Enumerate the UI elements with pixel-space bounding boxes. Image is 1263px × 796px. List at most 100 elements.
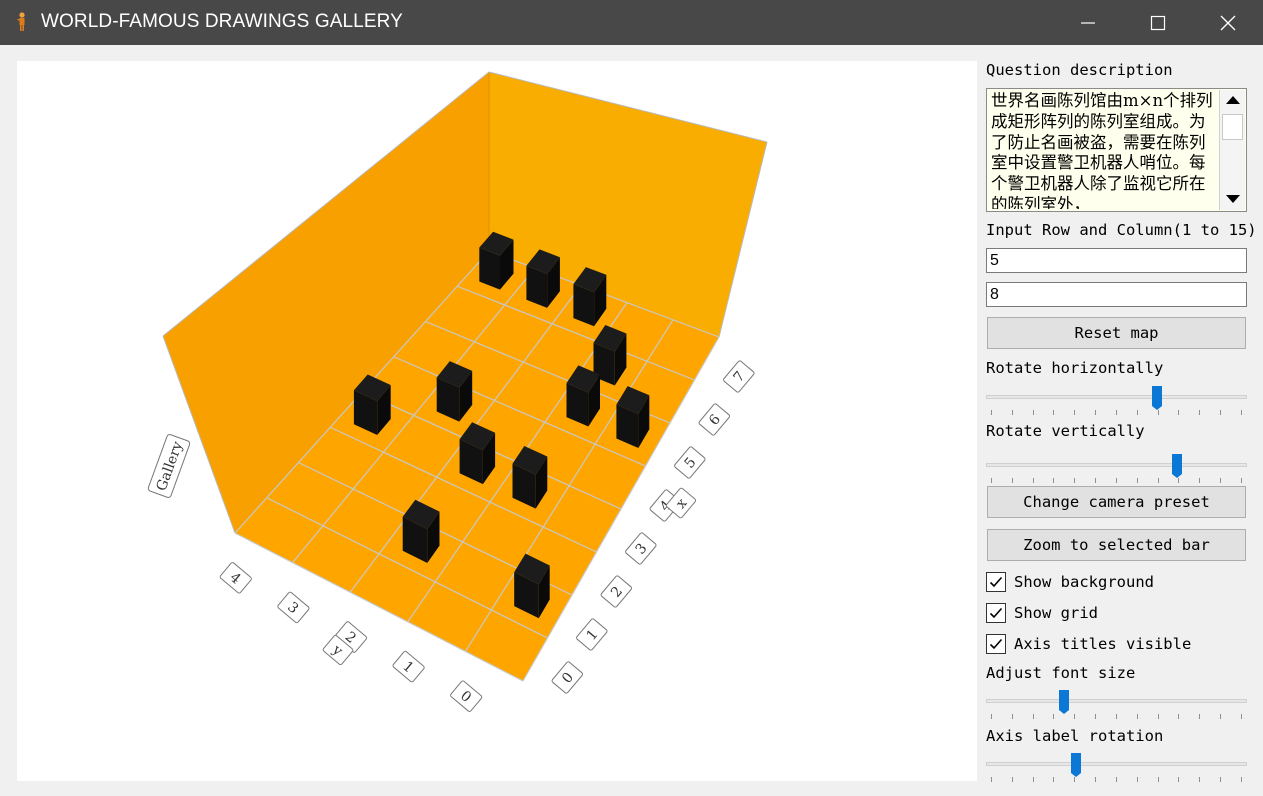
slider-tick (1074, 478, 1076, 483)
font-size-slider[interactable] (986, 690, 1247, 719)
scroll-down-icon[interactable] (1226, 195, 1240, 203)
x-tick-label: 7 (723, 360, 755, 393)
slider-tick (1115, 478, 1117, 483)
slider-tick (991, 714, 992, 719)
slider-tick (1011, 478, 1013, 483)
change-camera-preset-button[interactable]: Change camera preset (987, 486, 1246, 518)
slider-tick (1136, 478, 1138, 483)
row-column-label: Input Row and Column(1 to 15) (986, 221, 1257, 239)
slider-handle[interactable] (1151, 386, 1162, 410)
checkbox-box[interactable] (986, 603, 1006, 623)
columns-input[interactable]: 8 (986, 282, 1247, 307)
slider-tick (1240, 714, 1242, 719)
bar3d-chart[interactable]: 01234567 01234 x y Gallery (17, 61, 977, 781)
slider-tick (1157, 410, 1159, 415)
y-tick-label: 4 (219, 562, 252, 594)
slider-handle[interactable] (1071, 753, 1082, 777)
slider-tick (1053, 478, 1055, 483)
slider-tick (1178, 410, 1180, 415)
slider-tick (1240, 410, 1242, 415)
adjust-font-size-label: Adjust font size (986, 664, 1136, 682)
slider-tick (1053, 410, 1055, 415)
rotate-vertically-slider[interactable] (986, 454, 1247, 483)
rotate-vertically-label: Rotate vertically (986, 422, 1145, 440)
question-description-text: 世界名画陈列馆由m×n个排列成矩形阵列的陈列室组成。为了防止名画被盗，需要在陈列… (991, 91, 1213, 209)
slider-handle[interactable] (1171, 454, 1182, 478)
slider-tick (1115, 777, 1117, 782)
scroll-thumb[interactable] (1222, 114, 1243, 140)
slider-tick (1178, 478, 1180, 483)
slider-track (986, 762, 1247, 766)
figure-icon (17, 12, 25, 31)
slider-tick (1032, 714, 1034, 719)
rows-input[interactable]: 5 (986, 248, 1247, 273)
slider-ticks (991, 777, 1242, 783)
slider-tick (1074, 410, 1076, 415)
slider-track (986, 463, 1247, 467)
slider-tick (1157, 714, 1159, 719)
slider-tick (1095, 714, 1097, 719)
window-title: WORLD-FAMOUS DRAWINGS GALLERY (41, 11, 403, 32)
slider-tick (1074, 714, 1076, 719)
slider-tick (991, 478, 992, 483)
checkmark-icon (989, 638, 1003, 650)
slider-tick (1220, 714, 1222, 719)
x-tick-label: 2 (600, 575, 632, 608)
slider-tick (991, 410, 992, 415)
checkmark-icon (989, 576, 1003, 588)
gallery-3d-view[interactable]: 01234567 01234 x y Gallery (17, 61, 977, 781)
z-axis-title: Gallery (147, 434, 191, 498)
slider-tick (1178, 714, 1180, 719)
x-tick-label: 5 (674, 446, 706, 479)
close-button[interactable] (1193, 0, 1263, 45)
slider-tick (1136, 777, 1138, 782)
slider-tick (1011, 410, 1013, 415)
slider-tick (1095, 777, 1097, 782)
y-tick-label: 1 (392, 650, 425, 683)
axis-label-rotation-slider[interactable] (986, 753, 1247, 782)
slider-tick (1136, 714, 1138, 719)
question-description-box[interactable]: 世界名画陈列馆由m×n个排列成矩形阵列的陈列室组成。为了防止名画被盗，需要在陈列… (986, 88, 1247, 212)
slider-tick (1199, 714, 1201, 719)
scroll-up-icon[interactable] (1226, 96, 1240, 104)
rotate-horizontally-label: Rotate horizontally (986, 359, 1164, 377)
slider-tick (1199, 478, 1201, 483)
slider-tick (1157, 478, 1159, 483)
slider-track (986, 395, 1247, 399)
description-scrollbar[interactable] (1219, 90, 1245, 210)
y-tick-label: 3 (277, 591, 310, 624)
rotate-horizontally-slider[interactable] (986, 386, 1247, 415)
slider-tick (1178, 777, 1180, 782)
slider-tick (1220, 410, 1222, 415)
slider-handle[interactable] (1058, 690, 1069, 714)
slider-tick (1115, 410, 1117, 415)
slider-ticks (991, 410, 1242, 416)
x-tick-label: 6 (698, 403, 730, 436)
checkbox-box[interactable] (986, 634, 1006, 654)
show-background-label: Show background (1014, 573, 1154, 591)
zoom-to-selected-bar-button[interactable]: Zoom to selected bar (987, 529, 1246, 561)
slider-tick (1199, 777, 1201, 782)
checkbox-box[interactable] (986, 572, 1006, 592)
reset-map-button[interactable]: Reset map (987, 317, 1246, 349)
minimize-button[interactable] (1053, 0, 1123, 45)
show-grid-label: Show grid (1014, 604, 1098, 622)
x-tick-label: 1 (576, 618, 608, 651)
slider-tick (1115, 714, 1117, 719)
axis-label-rotation-label: Axis label rotation (986, 727, 1164, 745)
slider-tick (1011, 777, 1013, 782)
slider-tick (1011, 714, 1013, 719)
x-tick-label: 0 (551, 661, 583, 694)
slider-tick (1136, 410, 1138, 415)
y-tick-label: 0 (450, 680, 483, 712)
axis-titles-visible-label: Axis titles visible (1014, 635, 1192, 653)
x-tick-label: 3 (625, 532, 657, 565)
title-bar: WORLD-FAMOUS DRAWINGS GALLERY (0, 0, 1263, 45)
question-description-label: Question description (986, 61, 1173, 79)
slider-tick (1032, 478, 1034, 483)
slider-tick (991, 777, 992, 782)
maximize-button[interactable] (1123, 0, 1193, 45)
close-icon (1220, 15, 1236, 30)
slider-ticks (991, 478, 1242, 484)
maximize-icon (1150, 15, 1166, 30)
